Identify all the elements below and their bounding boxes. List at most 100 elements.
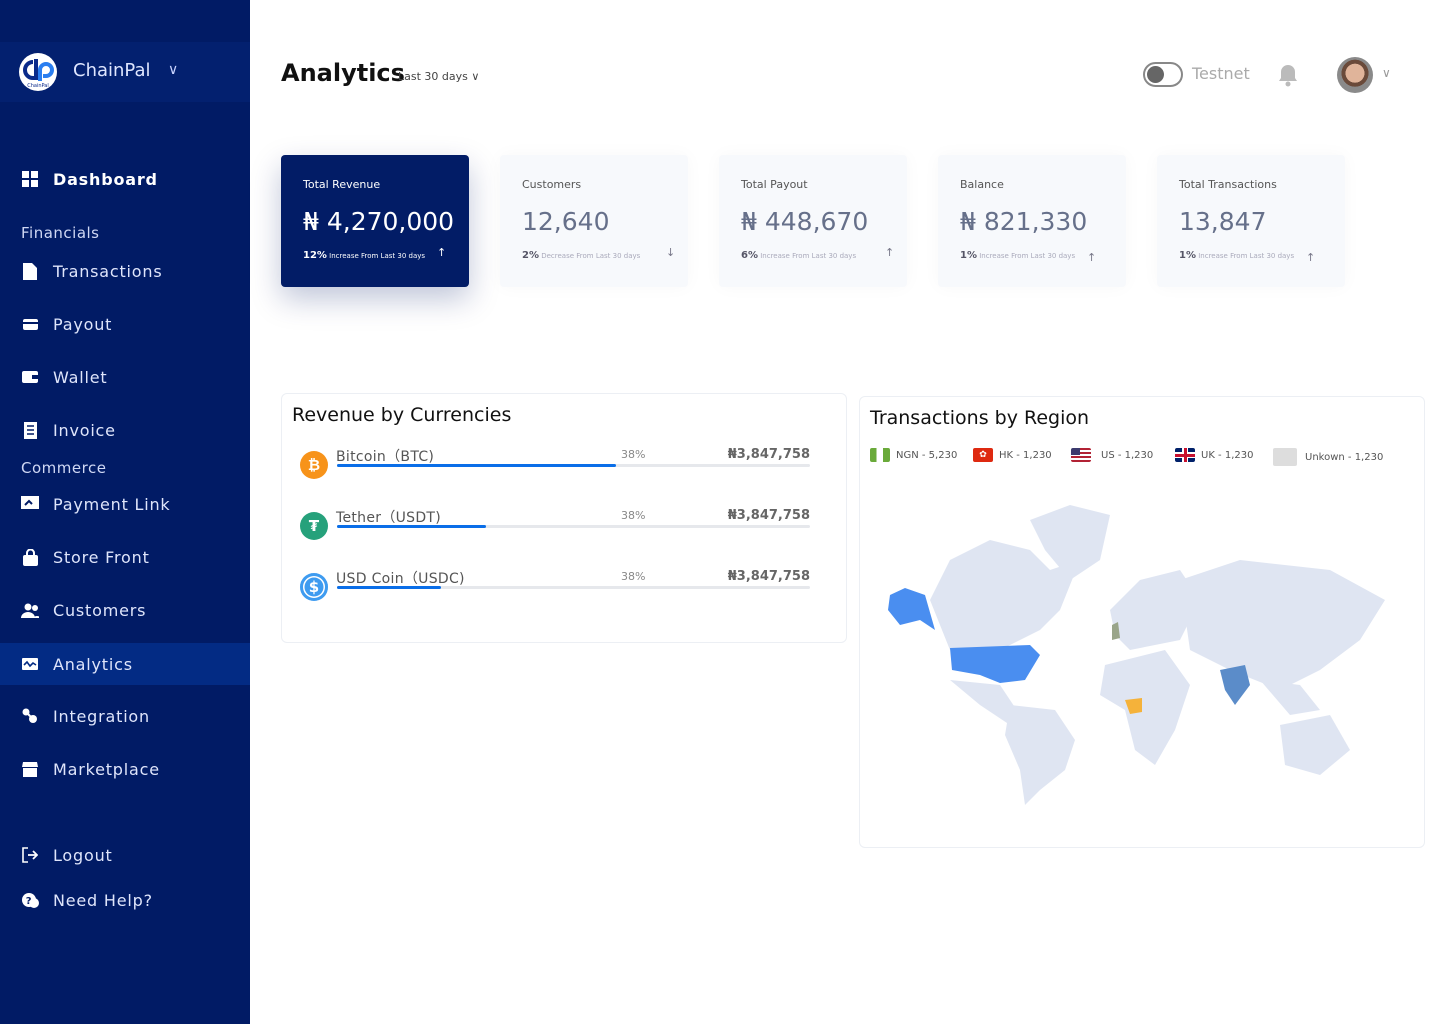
brand-name: ChainPal <box>73 60 151 81</box>
sidebar-item-wallet[interactable]: Wallet <box>0 356 250 398</box>
chevron-down-icon: ∨ <box>168 62 178 78</box>
store-icon <box>21 760 39 778</box>
wallet-icon <box>21 368 39 386</box>
chevron-down-icon[interactable]: ∨ <box>1382 66 1391 80</box>
progress-bar <box>337 525 810 528</box>
sidebar-item-label: Payment Link <box>53 495 171 514</box>
arrow-down-icon: ↓ <box>666 246 675 259</box>
sidebar-item-label: Integration <box>53 707 150 726</box>
bell-icon[interactable] <box>1277 63 1299 91</box>
nigeria-flag-icon <box>870 448 890 462</box>
sidebar-item-store-front[interactable]: Store Front <box>0 536 250 578</box>
progress-fill <box>337 586 441 589</box>
change-pct: 6% <box>741 250 758 261</box>
legend-label: UK - 1,230 <box>1201 450 1253 461</box>
card-value: ₦ 448,670 <box>741 207 868 236</box>
org-switcher[interactable]: ChainPal ChainPal ∨ <box>0 42 250 102</box>
currency-name: USD Coin（USDC) <box>336 568 465 588</box>
svg-text:ChainPal: ChainPal <box>27 83 49 89</box>
sidebar-item-integration[interactable]: Integration <box>0 695 250 737</box>
legend-unknown: Unkown - 1,230 <box>1273 448 1383 466</box>
avatar[interactable] <box>1337 57 1373 93</box>
card-label: Balance <box>960 178 1004 191</box>
progress-bar <box>337 586 810 589</box>
arrow-up-icon: ↑ <box>437 246 446 259</box>
sidebar-item-transactions[interactable]: Transactions <box>0 250 250 292</box>
arrow-up-icon: ↑ <box>1087 251 1096 264</box>
bitcoin-icon: ₿ <box>300 451 328 479</box>
uk-flag-icon <box>1175 448 1195 462</box>
unknown-flag-icon <box>1273 448 1297 466</box>
change-pct: 1% <box>1179 250 1196 261</box>
help-label: Need Help? <box>53 891 153 910</box>
plug-icon <box>21 707 39 725</box>
sidebar-item-label: Marketplace <box>53 760 160 779</box>
sidebar-item-label: Customers <box>53 601 146 620</box>
sidebar-item-payout[interactable]: Payout <box>0 303 250 345</box>
sidebar-item-invoice[interactable]: Invoice <box>0 409 250 451</box>
testnet-label: Testnet <box>1192 64 1250 83</box>
us-flag-icon <box>1071 448 1091 462</box>
link-icon <box>21 495 39 513</box>
change-pct: 1% <box>960 250 977 261</box>
change-pct: 12% <box>303 250 327 261</box>
currency-amount: ₦3,847,758 <box>728 508 810 523</box>
card-change: 1% Increase From Last 30 days <box>960 250 1075 261</box>
stat-card-total-revenue: Total Revenue ₦ 4,270,000 12% Increase F… <box>281 155 469 287</box>
logout-button[interactable]: Logout <box>0 834 250 876</box>
legend-uk: UK - 1,230 <box>1175 448 1253 462</box>
sidebar-item-label: Transactions <box>53 262 162 281</box>
map-asia <box>1180 560 1385 690</box>
currency-amount: ₦3,847,758 <box>728 569 810 584</box>
map-australia <box>1280 715 1350 775</box>
card-value: ₦ 4,270,000 <box>303 207 454 236</box>
card-change: 2% Decrease From Last 30 days <box>522 250 640 261</box>
arrow-up-icon: ↑ <box>885 246 894 259</box>
progress-fill <box>337 525 486 528</box>
panel-title: Revenue by Currencies <box>292 404 511 426</box>
period-dropdown[interactable]: Last 30 days ∨ <box>398 70 479 83</box>
map-alaska <box>888 588 935 630</box>
stat-card-balance: Balance ₦ 821,330 1% Increase From Last … <box>938 155 1126 287</box>
sidebar-item-dashboard[interactable]: Dashboard <box>0 158 250 200</box>
map-southeast-asia <box>1260 680 1320 715</box>
progress-bar <box>337 464 810 467</box>
sidebar-item-customers[interactable]: Customers <box>0 589 250 631</box>
card-label: Total Revenue <box>303 178 380 191</box>
stat-card-total-payout: Total Payout ₦ 448,670 6% Increase From … <box>719 155 907 287</box>
sidebar: ChainPal ChainPal ∨ Dashboard Financials… <box>0 0 250 1024</box>
card-change: 1% Increase From Last 30 days <box>1179 250 1294 261</box>
sidebar-item-marketplace[interactable]: Marketplace <box>0 748 250 790</box>
card-icon <box>21 315 39 333</box>
panel-title: Transactions by Region <box>870 407 1089 429</box>
currency-pct: 38% <box>621 570 645 583</box>
chainpal-logo: ChainPal <box>19 53 57 91</box>
help-icon: ? <box>21 891 39 909</box>
svg-text:?: ? <box>25 896 32 907</box>
sidebar-item-analytics[interactable]: Analytics <box>0 643 250 685</box>
legend-label: US - 1,230 <box>1101 450 1153 461</box>
period-label: Last 30 days <box>398 70 468 83</box>
section-financials: Financials <box>21 224 100 242</box>
sidebar-item-label: Store Front <box>53 548 150 567</box>
bag-icon <box>21 548 39 566</box>
sidebar-item-payment-link[interactable]: Payment Link <box>0 483 250 525</box>
hong-kong-flag-icon: ✿ <box>973 448 993 462</box>
help-button[interactable]: ? Need Help? <box>0 879 250 921</box>
toggle-knob <box>1147 66 1164 83</box>
section-commerce: Commerce <box>21 459 106 477</box>
progress-fill <box>337 464 616 467</box>
legend-us: US - 1,230 <box>1071 448 1153 462</box>
testnet-toggle[interactable] <box>1143 62 1183 87</box>
logout-icon <box>21 846 39 864</box>
card-label: Total Transactions <box>1179 178 1277 191</box>
sidebar-item-label: Wallet <box>53 368 107 387</box>
tether-icon: ₮ <box>300 512 328 540</box>
change-note: Increase From Last 30 days <box>329 252 425 260</box>
change-note: Increase From Last 30 days <box>979 252 1075 260</box>
revenue-by-currencies-panel: Revenue by Currencies ₿ Bitcoin（BTC) 38%… <box>281 393 847 643</box>
legend-label: HK - 1,230 <box>999 450 1052 461</box>
invoice-icon <box>21 421 39 439</box>
document-icon <box>21 262 39 280</box>
card-label: Customers <box>522 178 581 191</box>
